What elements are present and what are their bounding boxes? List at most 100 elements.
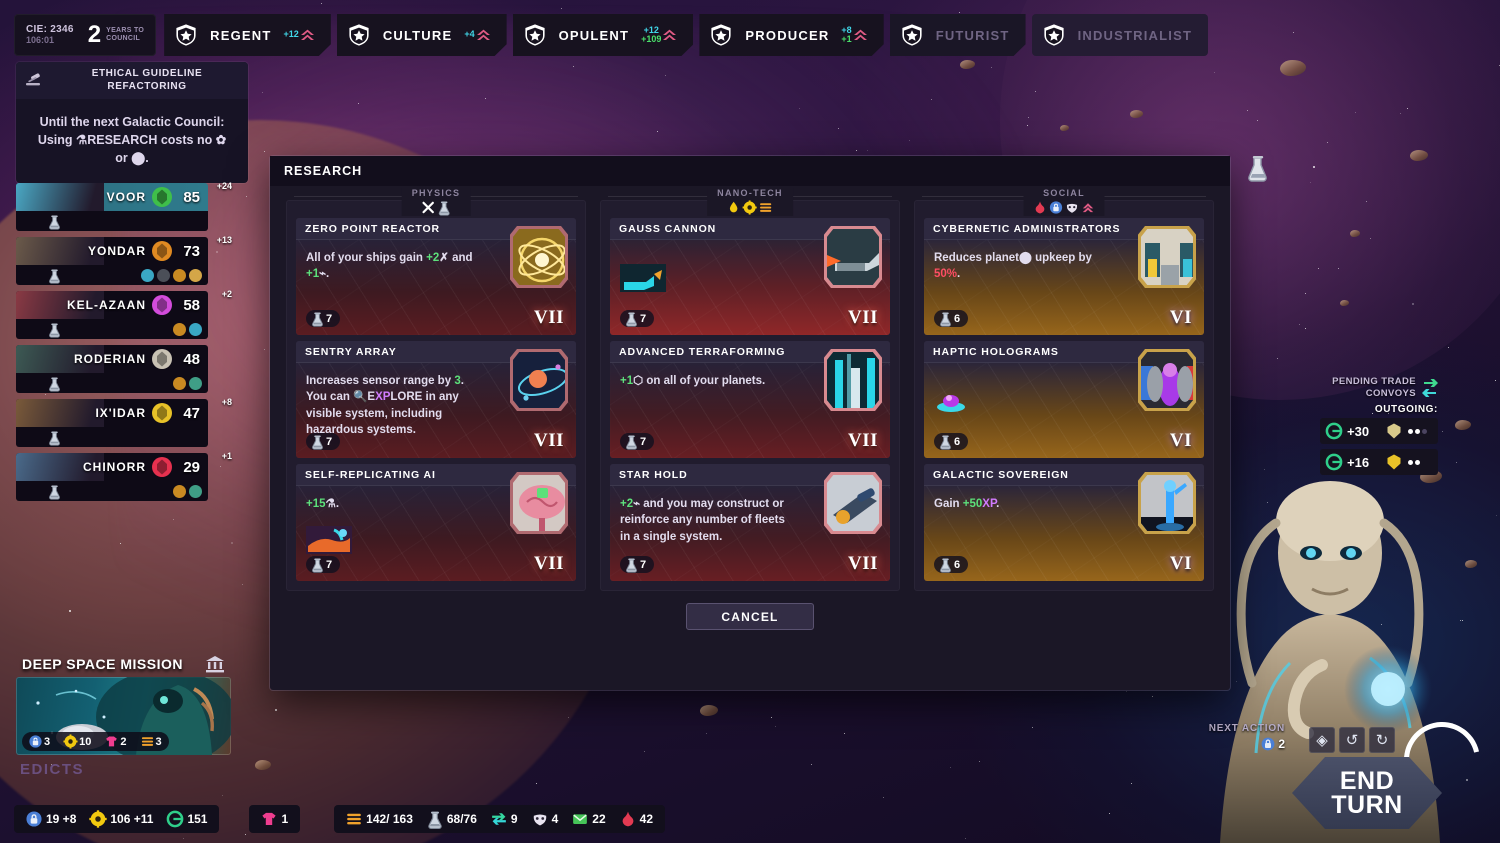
trade-convoy-row[interactable]: +30: [1320, 418, 1438, 444]
party-name: OPULENT: [558, 27, 630, 43]
research-cost-value: 7: [640, 435, 647, 448]
undo-button[interactable]: ↺: [1339, 727, 1365, 753]
research-card[interactable]: ADVANCED TERRAFORMING +1⬡ on all of your …: [610, 341, 890, 458]
resource-value: 42: [639, 812, 653, 826]
gear-icon: [742, 200, 758, 215]
party-futurist-button[interactable]: FUTURIST: [890, 14, 1026, 56]
resource-value: 106 +11: [110, 812, 154, 826]
trade-convoy-row[interactable]: +16: [1320, 449, 1438, 475]
faction-crest-icon: [150, 401, 174, 425]
leader-row[interactable]: CHINORR 29 +1: [16, 451, 232, 501]
atom-reactor-icon: [510, 226, 568, 288]
redo-button[interactable]: ↻: [1369, 727, 1395, 753]
leader-row[interactable]: VOOR 85 +24: [16, 181, 232, 231]
flask-icon: [939, 558, 952, 573]
cie-counter[interactable]: CIE: 2346 106:01 2 YEARS TO COUNCIL: [14, 14, 157, 56]
resource-item[interactable]: 42: [620, 811, 653, 827]
column-header: PHYSICS: [401, 188, 471, 216]
stack-icon: [141, 735, 154, 748]
bank-icon: [205, 655, 225, 673]
research-cost: 7: [620, 556, 655, 573]
party-delta: +8 +1: [841, 26, 867, 45]
edict-header: ETHICAL GUIDELINE REFACTORING: [16, 62, 248, 99]
flask-icon: [1246, 155, 1270, 185]
star-shield-icon: [174, 23, 198, 47]
resource-item[interactable]: 151: [167, 810, 207, 828]
edict-body: Until the next Galactic Council: Using ⚗…: [16, 99, 248, 183]
lock-icon: [26, 811, 42, 827]
research-card[interactable]: GALACTIC SOVEREIGN Gain +50XP. 6 VI: [924, 464, 1204, 581]
resource-item[interactable]: 19 +8: [26, 811, 76, 827]
end-turn-line1: END: [1339, 767, 1395, 795]
resource-item[interactable]: 9: [491, 811, 518, 827]
mask-icon: [1066, 201, 1079, 214]
party-delta-value: +109: [641, 34, 662, 44]
leader-row[interactable]: KEL-AZAAN 58 +2: [16, 289, 232, 339]
resource-item[interactable]: 142/ 163: [346, 811, 413, 827]
trait-dot: [189, 322, 202, 336]
research-card-title: GAUSS CANNON: [619, 223, 717, 235]
resource-group-mid: 1: [249, 805, 301, 833]
column-icons: [412, 200, 461, 216]
party-delta: +4: [464, 29, 490, 42]
center-view-button[interactable]: ◈: [1309, 727, 1335, 753]
trade-amount: +30: [1347, 423, 1370, 439]
resource-item[interactable]: 106 +11: [89, 810, 154, 828]
deep-space-mission-card[interactable]: DEEP SPACE MISSION 3 10 2 3 EDICTS: [16, 655, 231, 778]
research-card[interactable]: HAPTIC HOLOGRAMS 6 VI: [924, 341, 1204, 458]
research-footer: CANCEL: [270, 591, 1230, 630]
party-regent-button[interactable]: REGENT +12: [164, 14, 331, 56]
party-delta-value: +4: [464, 29, 475, 40]
research-card[interactable]: GAUSS CANNON 7 VII: [610, 218, 890, 335]
research-card-title: HAPTIC HOLOGRAMS: [933, 346, 1059, 358]
party-industrialist-button[interactable]: INDUSTRIALIST: [1031, 14, 1209, 56]
flask-icon: [625, 435, 638, 450]
trait-dot: [141, 268, 154, 282]
mission-title: DEEP SPACE MISSION: [22, 656, 183, 672]
leader-name: CHINORR: [83, 460, 146, 474]
next-action-indicator: NEXT ACTION 2: [1209, 723, 1285, 751]
droplet-icon: [727, 201, 740, 214]
resource-item[interactable]: 4: [532, 811, 558, 827]
gear-icon: [89, 810, 108, 828]
leader-traits: [173, 484, 202, 498]
resource-item[interactable]: 68/76: [427, 811, 477, 829]
research-card-title: GALACTIC SOVEREIGN: [933, 469, 1069, 481]
research-card-body: Gain +50XP. 6 VI: [924, 472, 1204, 581]
party-producer-button[interactable]: PRODUCER +8 +1: [699, 14, 883, 56]
cancel-button[interactable]: CANCEL: [686, 603, 814, 630]
cie-sub: 106:01: [26, 34, 55, 45]
leader-name: KEL-AZAAN: [67, 298, 146, 312]
lock-icon: [1049, 201, 1063, 214]
research-cost-value: 7: [640, 558, 647, 571]
resource-item[interactable]: 22: [572, 811, 606, 827]
research-card[interactable]: ZERO POINT REACTOR All of your ships gain…: [296, 218, 576, 335]
edict-line-1: Until the next Galactic Council:: [39, 115, 225, 129]
research-card-body: +1⬡ on all of your planets. 7 VII: [610, 349, 890, 458]
star-shield-icon: [1042, 23, 1066, 47]
credit-icon: [167, 810, 184, 828]
leader-score: 58: [183, 296, 200, 314]
leader-research-bar: [16, 211, 208, 231]
mission-cost-chip: 3: [22, 732, 58, 751]
edict-line-3: or ⬤.: [115, 151, 149, 166]
leader-row[interactable]: IX'IDAR 47 +8: [16, 397, 232, 447]
research-card[interactable]: CYBERNETIC ADMINISTRATORS Reduces planet⬤…: [924, 218, 1204, 335]
edict-card[interactable]: ETHICAL GUIDELINE REFACTORING Until the …: [16, 62, 248, 184]
party-culture-button[interactable]: CULTURE +4: [337, 14, 507, 56]
research-card[interactable]: STAR HOLD +2⌁ and you may construct or re…: [610, 464, 890, 581]
trait-dot: [189, 484, 202, 498]
resource-item[interactable]: 1: [261, 811, 288, 827]
research-card[interactable]: SENTRY ARRAY Increases sensor range by 3.…: [296, 341, 576, 458]
research-card-body: Reduces planet⬤ upkeep by 50%. 6 VI: [924, 226, 1204, 335]
research-card[interactable]: SELF-REPLICATING AI +15⚗. 7 VII: [296, 464, 576, 581]
leader-row[interactable]: YONDAR 73 +13: [16, 235, 232, 285]
leader-score: 47: [183, 404, 200, 422]
leader-main: KEL-AZAAN 58: [16, 291, 208, 319]
party-opulent-button[interactable]: OPULENT +12 +109: [513, 14, 694, 56]
leader-row[interactable]: RODERIAN 48: [16, 345, 208, 393]
flask-icon: [48, 430, 61, 446]
trait-dot: [173, 484, 186, 498]
leader-name: RODERIAN: [73, 352, 146, 366]
flask-icon: [311, 558, 324, 573]
